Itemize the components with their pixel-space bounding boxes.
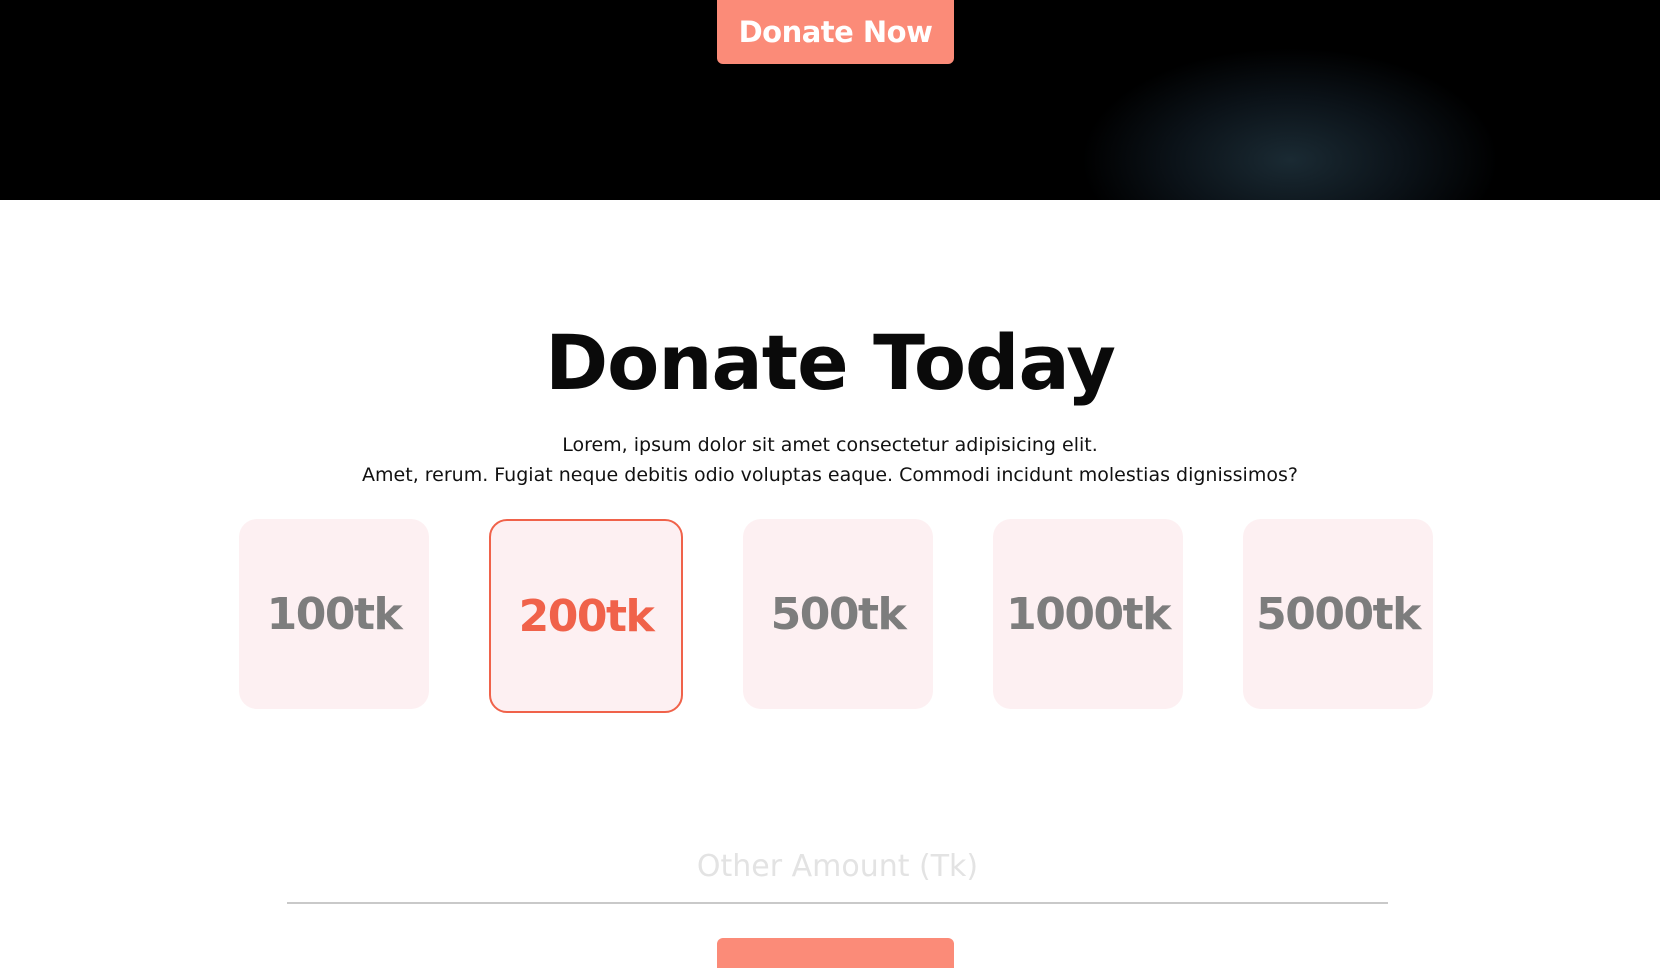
amount-option-1000[interactable]: 1000tk xyxy=(993,519,1183,709)
subtitle-line-1: Lorem, ipsum dolor sit amet consectetur … xyxy=(562,434,1098,456)
section-subtitle: Lorem, ipsum dolor sit amet consectetur … xyxy=(0,430,1660,490)
hero-banner: Donate Now xyxy=(0,0,1660,200)
subtitle-line-2: Amet, rerum. Fugiat neque debitis odio v… xyxy=(362,464,1298,486)
amount-option-100[interactable]: 100tk xyxy=(239,519,429,709)
other-amount-input[interactable] xyxy=(287,830,1388,904)
amount-option-5000[interactable]: 5000tk xyxy=(1243,519,1433,709)
section-title: Donate Today xyxy=(545,318,1116,407)
submit-donation-button[interactable] xyxy=(717,938,954,968)
donate-now-button[interactable]: Donate Now xyxy=(717,0,954,64)
amount-option-500[interactable]: 500tk xyxy=(743,519,933,709)
amount-option-200[interactable]: 200tk xyxy=(489,519,683,713)
